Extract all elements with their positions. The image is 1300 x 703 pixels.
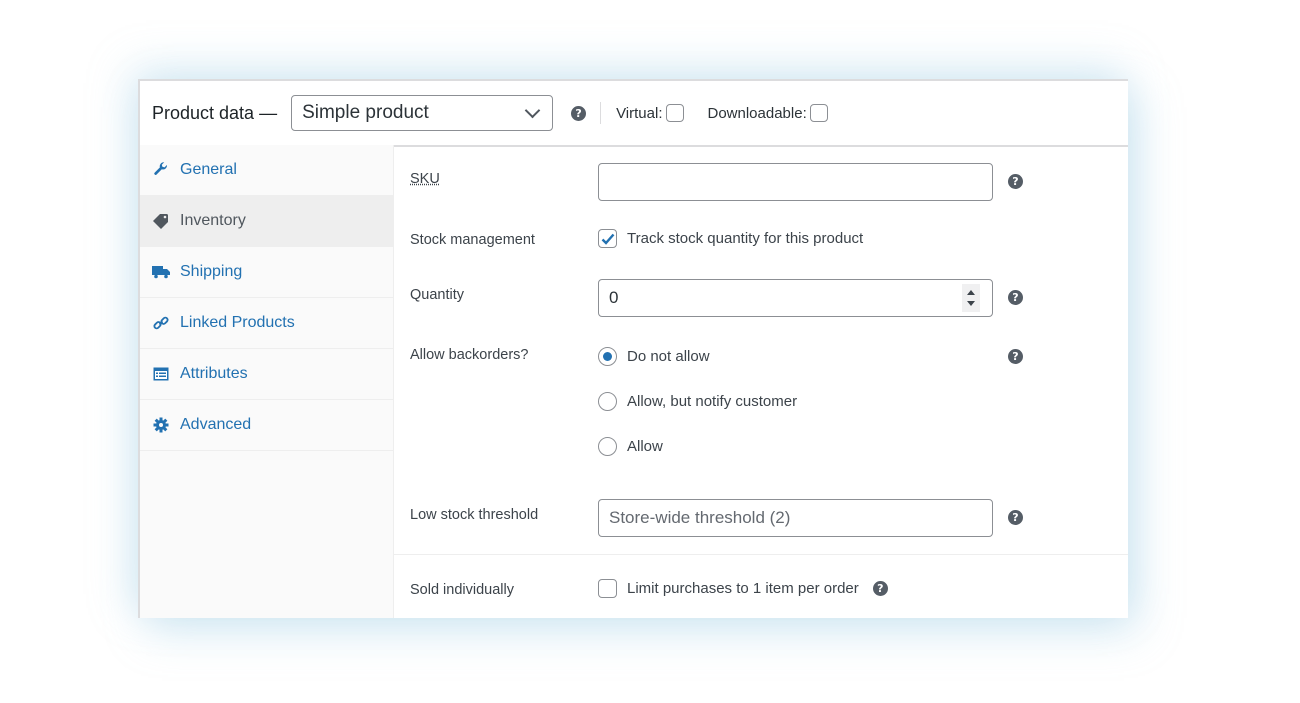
quantity-stepper[interactable]: 0 <box>598 279 993 317</box>
help-icon[interactable]: ? <box>872 581 888 596</box>
low-stock-row: Low stock threshold Store-wide threshold… <box>394 499 1128 539</box>
product-type-value: Simple product <box>302 102 429 123</box>
list-card-icon <box>152 366 170 382</box>
sku-row: SKU ? <box>394 163 1128 203</box>
help-icon[interactable]: ? <box>1008 349 1023 364</box>
product-data-header: Product data — Simple product ? Virtual:… <box>140 81 1128 147</box>
product-data-panel: Product data — Simple product ? Virtual:… <box>138 79 1128 618</box>
tab-general[interactable]: General <box>140 145 393 196</box>
virtual-checkbox[interactable] <box>665 104 684 122</box>
section-divider <box>394 554 1128 555</box>
downloadable-label: Downloadable: <box>707 104 807 122</box>
quantity-label: Quantity <box>410 287 464 303</box>
quantity-row: Quantity 0 ? <box>394 279 1128 319</box>
quantity-spinner[interactable] <box>962 284 980 312</box>
tab-advanced[interactable]: Advanced <box>140 400 393 451</box>
track-stock-option[interactable]: Track stock quantity for this product <box>598 229 863 248</box>
radio-do-not-allow[interactable] <box>598 347 617 366</box>
backorder-option-allow[interactable]: Allow <box>598 437 663 456</box>
limit-purchases-checkbox[interactable] <box>598 579 617 598</box>
sku-input[interactable] <box>598 163 993 201</box>
sold-individually-label: Sold individually <box>410 582 514 598</box>
option-label: Do not allow <box>627 348 710 365</box>
increment-arrow-icon[interactable] <box>967 290 975 295</box>
track-stock-text: Track stock quantity for this product <box>627 230 864 247</box>
radio-allow[interactable] <box>598 437 617 456</box>
virtual-option[interactable]: Virtual: <box>616 104 684 122</box>
checkmark-icon <box>601 233 614 245</box>
sku-label: SKU <box>410 171 440 187</box>
option-label: Allow, but notify customer <box>627 393 798 410</box>
decrement-arrow-icon[interactable] <box>967 301 975 306</box>
tab-attributes[interactable]: Attributes <box>140 349 393 400</box>
help-icon[interactable]: ? <box>1008 174 1023 189</box>
tab-label: Linked Products <box>180 314 295 331</box>
header-divider <box>600 102 602 124</box>
tab-shipping[interactable]: Shipping <box>140 247 393 298</box>
product-data-tabs: General Inventory Shipping Linked Produc… <box>140 145 394 618</box>
help-icon[interactable]: ? <box>571 105 587 121</box>
help-icon[interactable]: ? <box>1008 290 1023 305</box>
backorder-option-do-not-allow[interactable]: Do not allow <box>598 347 710 366</box>
tab-label: General <box>180 161 237 178</box>
tab-label: Advanced <box>180 416 252 433</box>
low-stock-placeholder: Store-wide threshold (2) <box>609 508 791 527</box>
limit-purchases-option[interactable]: Limit purchases to 1 item per order ? <box>598 579 888 598</box>
sold-individually-row: Sold individually Limit purchases to 1 i… <box>394 579 1128 605</box>
limit-purchases-text: Limit purchases to 1 item per order <box>627 580 859 597</box>
downloadable-checkbox[interactable] <box>809 104 828 122</box>
downloadable-option[interactable]: Downloadable: <box>708 104 828 122</box>
truck-icon <box>152 264 170 280</box>
track-stock-checkbox[interactable] <box>598 229 617 248</box>
tab-linked-products[interactable]: Linked Products <box>140 298 393 349</box>
tab-label: Attributes <box>180 365 248 382</box>
option-label: Allow <box>627 438 663 455</box>
help-icon[interactable]: ? <box>1008 510 1023 525</box>
virtual-label: Virtual: <box>616 104 663 122</box>
inventory-panel: SKU ? Stock management Track stock quant… <box>394 145 1128 618</box>
panel-title: Product data — <box>152 102 278 123</box>
tab-inventory[interactable]: Inventory <box>140 196 393 247</box>
product-type-select[interactable]: Simple product <box>291 95 554 131</box>
radio-notify[interactable] <box>598 392 617 411</box>
low-stock-label: Low stock threshold <box>410 507 539 523</box>
tag-icon <box>152 213 170 229</box>
backorder-option-notify[interactable]: Allow, but notify customer <box>598 392 797 411</box>
backorders-label: Allow backorders? <box>410 347 529 363</box>
wrench-icon <box>152 162 170 178</box>
stock-management-row: Stock management Track stock quantity fo… <box>394 229 1128 255</box>
gear-icon <box>152 417 170 433</box>
chevron-down-icon <box>524 102 541 119</box>
low-stock-input[interactable]: Store-wide threshold (2) <box>598 499 993 537</box>
stock-management-label: Stock management <box>410 232 535 248</box>
quantity-value: 0 <box>609 288 619 307</box>
backorders-row: Allow backorders? Do not allow Allow, bu… <box>394 347 1128 467</box>
tab-label: Shipping <box>180 263 243 280</box>
link-icon <box>152 315 170 331</box>
tab-label: Inventory <box>180 212 246 229</box>
